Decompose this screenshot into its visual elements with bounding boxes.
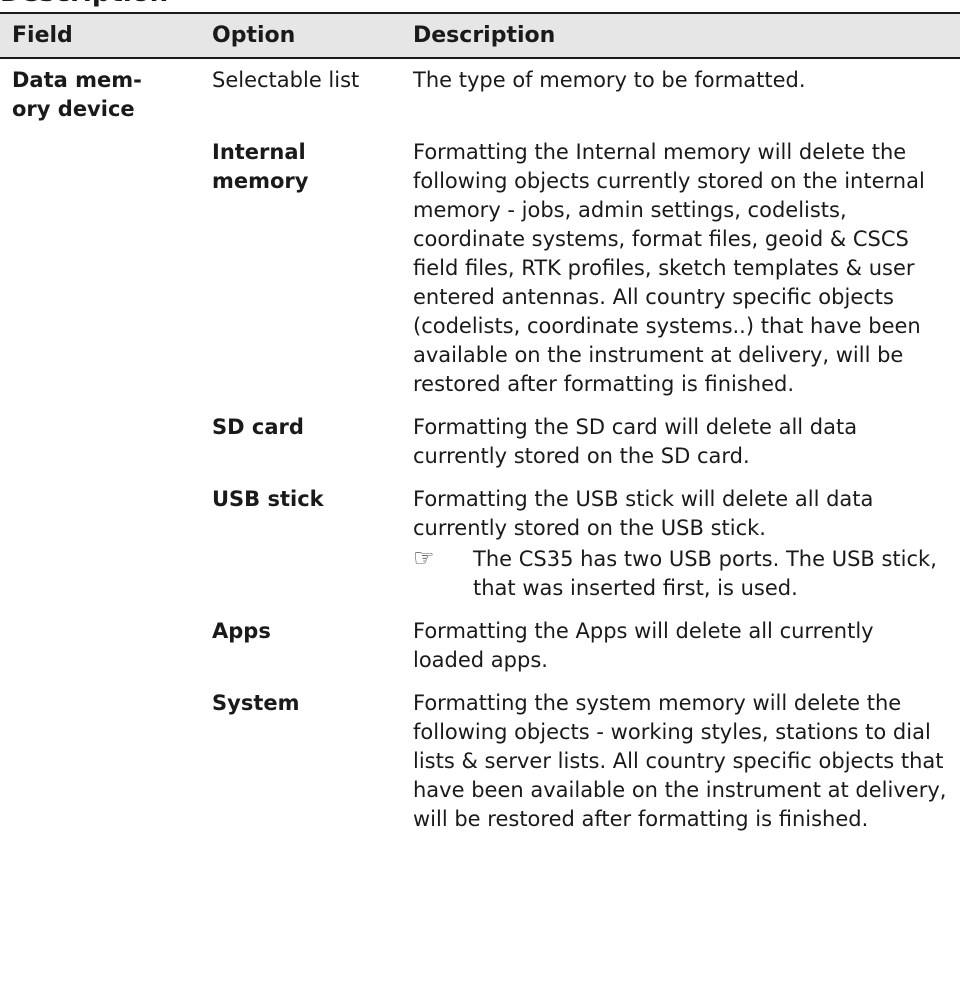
option-cell: System bbox=[212, 691, 300, 715]
field-cell-empty bbox=[0, 478, 200, 610]
field-cell-empty bbox=[0, 406, 200, 478]
header-description: Description bbox=[401, 12, 960, 59]
option-cell: SD card bbox=[212, 415, 304, 439]
note-text: The CS35 has two USB ports. The USB stic… bbox=[473, 547, 937, 600]
description-cell: Formatting the Internal memory will dele… bbox=[413, 140, 925, 396]
field-cell-empty bbox=[0, 610, 200, 682]
table-row: Apps Formatting the Apps will delete all… bbox=[0, 610, 960, 682]
description-cell: Formatting the system memory will delete… bbox=[413, 691, 947, 831]
option-cell: Apps bbox=[212, 619, 271, 643]
table-row: Internal memory Formatting the Internal … bbox=[0, 131, 960, 406]
header-field: Field bbox=[0, 12, 200, 59]
note: ☞ The CS35 has two USB ports. The USB st… bbox=[413, 545, 948, 603]
option-cell: Internal memory bbox=[212, 140, 309, 193]
description-cell: Formatting the SD card will delete all d… bbox=[413, 415, 858, 468]
field-cell: Data mem- ory device bbox=[12, 68, 142, 121]
table-row: Data mem- ory device Selectable list The… bbox=[0, 58, 960, 131]
header-option: Option bbox=[200, 12, 401, 59]
table-row: System Formatting the system memory will… bbox=[0, 682, 960, 841]
option-cell: Selectable list bbox=[212, 68, 360, 92]
pointing-hand-icon: ☞ bbox=[413, 544, 435, 572]
option-cell: USB stick bbox=[212, 487, 324, 511]
table-row: USB stick Formatting the USB stick will … bbox=[0, 478, 960, 610]
description-cell: The type of memory to be formatted. bbox=[413, 68, 806, 92]
description-cell: Formatting the USB stick will delete all… bbox=[401, 478, 960, 610]
table-row: SD card Formatting the SD card will dele… bbox=[0, 406, 960, 478]
description-cell: Formatting the Apps will delete all curr… bbox=[413, 619, 874, 672]
description-table: Field Option Description Data mem- ory d… bbox=[0, 12, 960, 841]
table-header-row: Field Option Description bbox=[0, 12, 960, 59]
section-title: Description bbox=[0, 0, 168, 8]
description-text: Formatting the USB stick will delete all… bbox=[413, 487, 874, 540]
field-cell-empty bbox=[0, 131, 200, 406]
field-cell-empty bbox=[0, 682, 200, 841]
